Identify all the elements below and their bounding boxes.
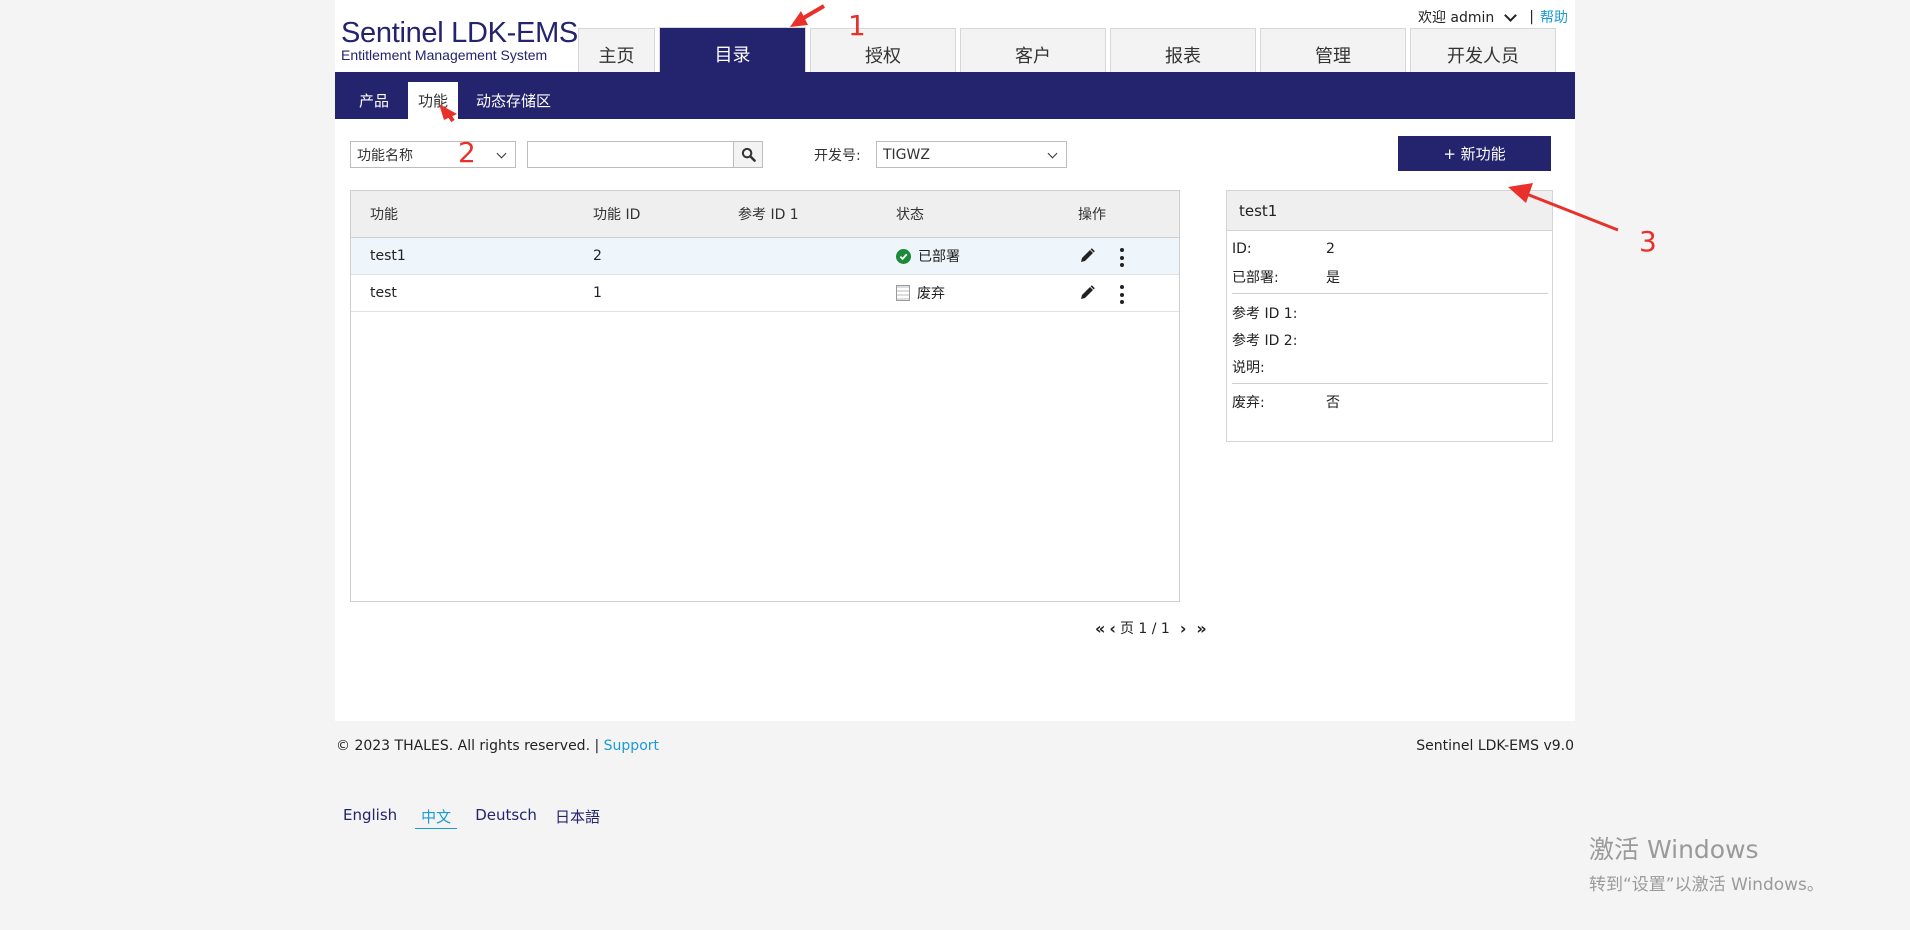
tab-catalog[interactable]: 目录 — [659, 27, 806, 72]
detail-value: 2 — [1326, 241, 1335, 257]
search-icon — [741, 147, 756, 162]
version-text: Sentinel LDK-EMS v9.0 — [1416, 738, 1574, 754]
more-actions-icon[interactable] — [1120, 248, 1124, 267]
divider — [1232, 293, 1548, 294]
search-input[interactable] — [527, 141, 734, 168]
tab-reports[interactable]: 报表 — [1110, 28, 1256, 72]
check-circle-icon — [896, 248, 911, 264]
pencil-icon — [1081, 285, 1095, 299]
feature-name: test — [370, 285, 397, 301]
status-text: 废弃 — [917, 286, 945, 302]
feature-name: test1 — [370, 248, 406, 264]
detail-key: 废弃: — [1232, 395, 1265, 411]
more-actions-icon[interactable] — [1120, 285, 1124, 304]
col-status[interactable]: 状态 — [896, 191, 924, 237]
col-actions: 操作 — [1078, 207, 1106, 223]
tab-entitlements[interactable]: 授权 — [810, 28, 956, 72]
tab-home[interactable]: 主页 — [578, 28, 655, 72]
subtab-products[interactable]: 产品 — [347, 82, 401, 119]
logo: Sentinel LDK-EMS Entitlement Management … — [341, 18, 578, 63]
status-text: 已部署 — [918, 249, 960, 265]
prev-page-icon[interactable]: ‹ — [1109, 619, 1116, 638]
annotation-label: 1 — [848, 9, 866, 42]
features-table: 功能 功能 ID 参考 ID 1 状态 操作 test1 2 已部署 test … — [350, 190, 1180, 602]
obsolete-document-icon — [896, 285, 910, 301]
tab-customers[interactable]: 客户 — [960, 28, 1106, 72]
detail-key: 已部署: — [1232, 270, 1279, 286]
pencil-icon — [1081, 248, 1095, 262]
copyright: © 2023 THALES. All rights reserved. | Su… — [336, 738, 659, 754]
app-container: Sentinel LDK-EMS Entitlement Management … — [335, 0, 1575, 721]
vendor-label: 开发号: — [814, 148, 861, 164]
logo-subtitle: Entitlement Management System — [341, 47, 548, 63]
subtab-features[interactable]: 功能 — [408, 82, 459, 119]
separator: | — [1529, 9, 1534, 25]
filter-field-select[interactable]: 功能名称 — [350, 141, 516, 168]
lang-japanese[interactable]: 日本語 — [555, 806, 600, 829]
tab-developer[interactable]: 开发人员 — [1410, 28, 1556, 72]
detail-value: 否 — [1326, 395, 1340, 411]
subtab-memory[interactable]: 动态存储区 — [464, 82, 563, 119]
chevron-down-icon — [496, 148, 507, 159]
col-feature[interactable]: 功能 — [370, 191, 398, 237]
sub-nav: 产品 功能 动态存储区 — [335, 72, 1575, 119]
detail-key: 参考 ID 2: — [1232, 333, 1298, 349]
edit-button[interactable] — [1078, 238, 1096, 274]
lang-german[interactable]: Deutsch — [475, 806, 537, 829]
search-button[interactable] — [733, 141, 763, 168]
table-row[interactable]: test1 2 已部署 — [351, 238, 1179, 275]
lang-chinese[interactable]: 中文 — [415, 806, 458, 829]
lang-english[interactable]: English — [343, 806, 397, 829]
divider — [1232, 383, 1548, 384]
edit-button[interactable] — [1078, 275, 1096, 311]
vendor-value: TIGWZ — [883, 146, 930, 163]
watermark-line1: 激活 Windows — [1589, 835, 1759, 864]
feature-status: 已部署 — [896, 238, 960, 274]
pagination: « ‹ 页 1 / 1 › » — [1095, 618, 1207, 638]
next-page-icon[interactable]: › — [1180, 619, 1187, 638]
language-switcher: English 中文 Deutsch 日本語 — [343, 806, 600, 829]
table-row[interactable]: test 1 废弃 — [351, 275, 1179, 312]
tab-admin[interactable]: 管理 — [1260, 28, 1406, 72]
logo-title: Sentinel LDK-EMS — [341, 17, 578, 49]
col-feature-id[interactable]: 功能 ID — [593, 191, 640, 237]
windows-activation-watermark: 激活 Windows 转到“设置”以激活 Windows。 — [1589, 830, 1824, 895]
last-page-icon[interactable]: » — [1196, 619, 1206, 638]
main-tabs: 主页 目录 授权 客户 报表 管理 开发人员 — [578, 27, 1560, 72]
feature-detail-panel: test1 ID: 2 已部署: 是 参考 ID 1: 参考 ID 2: 说明:… — [1226, 190, 1553, 442]
detail-key: ID: — [1232, 241, 1252, 257]
watermark-line2: 转到“设置”以激活 Windows。 — [1589, 875, 1824, 895]
table-header: 功能 功能 ID 参考 ID 1 状态 操作 — [351, 191, 1179, 238]
support-link[interactable]: Support — [604, 738, 659, 754]
col-ref-id1[interactable]: 参考 ID 1 — [738, 191, 799, 237]
detail-key: 参考 ID 1: — [1232, 306, 1298, 322]
annotation-label: 2 — [458, 136, 476, 169]
detail-value: 是 — [1326, 270, 1340, 286]
chevron-down-icon — [1047, 148, 1058, 159]
annotation-label: 3 — [1639, 225, 1657, 258]
feature-status: 废弃 — [896, 275, 945, 311]
filter-field-value: 功能名称 — [357, 147, 413, 164]
welcome-user-menu[interactable]: 欢迎 admin — [1418, 7, 1494, 27]
detail-key: 说明: — [1232, 360, 1265, 376]
feature-id: 1 — [593, 285, 602, 301]
detail-title: test1 — [1227, 191, 1552, 231]
vendor-select[interactable]: TIGWZ — [876, 141, 1067, 168]
feature-id: 2 — [593, 248, 602, 264]
new-feature-button[interactable]: + 新功能 — [1398, 136, 1551, 171]
help-link[interactable]: 帮助 — [1540, 7, 1568, 27]
page-indicator: 页 1 / 1 — [1119, 621, 1170, 637]
chevron-down-icon[interactable] — [1504, 8, 1518, 22]
copyright-text: © 2023 THALES. All rights reserved. | — [336, 738, 600, 754]
first-page-icon[interactable]: « — [1095, 619, 1105, 638]
user-bar: 欢迎 admin | 帮助 — [1418, 7, 1568, 27]
